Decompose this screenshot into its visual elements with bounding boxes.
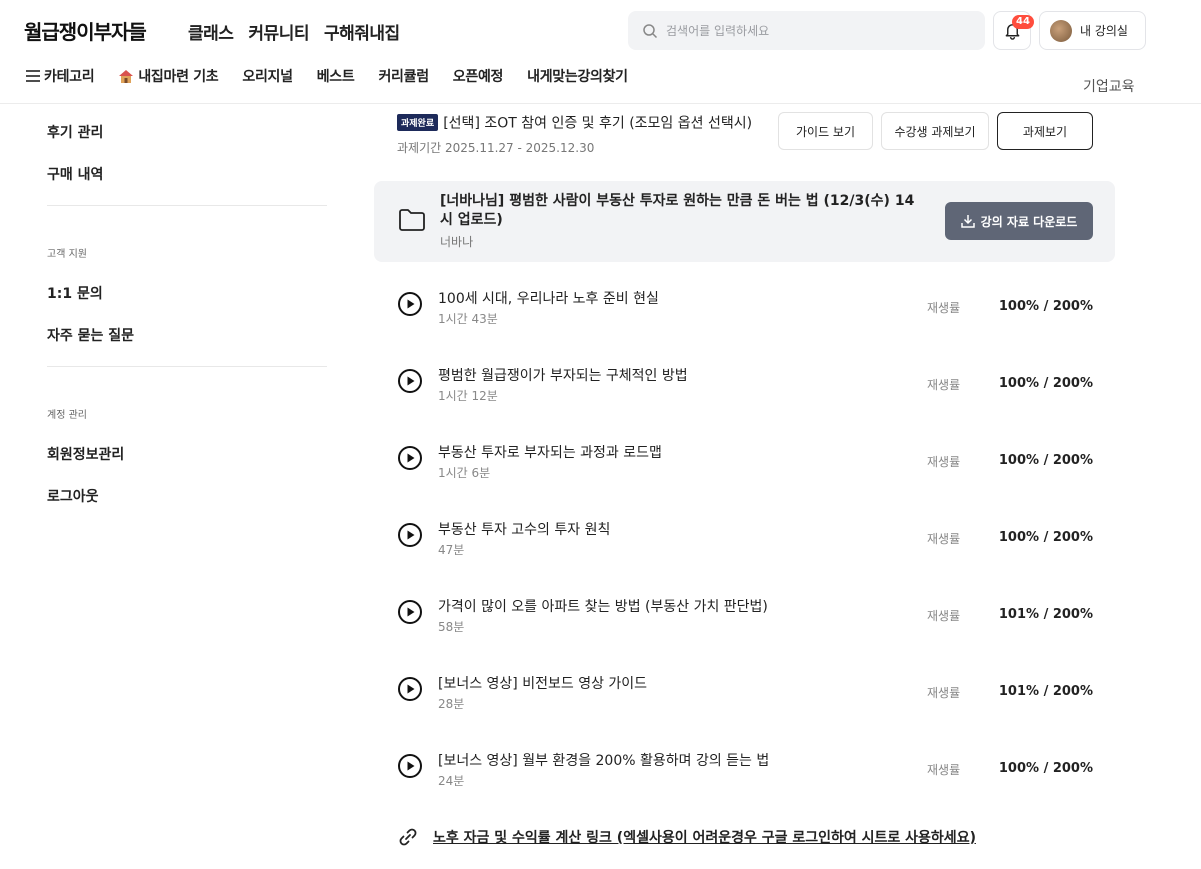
top-nav: 클래스 커뮤니티 구해줘내집 [188, 19, 400, 44]
playback-rate-value: 100% / 200% [998, 761, 1093, 776]
guide-button[interactable]: 가이드 보기 [778, 112, 873, 150]
folder-title: [너바나님] 평범한 사람이 부동산 투자로 원하는 만큼 돈 버는 법 (12… [440, 193, 915, 228]
playback-rate-label: 재생률 [927, 455, 961, 469]
nav-community[interactable]: 커뮤니티 [248, 19, 309, 44]
assignment-status-badge: 과제완료 [397, 114, 439, 131]
playback-rate-value: 100% / 200% [998, 299, 1093, 314]
lesson-duration: 1시간 43분 [438, 312, 498, 326]
sidebar-item-purchases[interactable]: 구매 내역 [47, 164, 103, 184]
sidebar-section-account: 계정 관리 [47, 410, 87, 421]
sub-nav: 카테고리 내집마련 기초 오리지널 베스트 커리큘럼 오픈예정 내게맞는강의찾기 [26, 66, 628, 86]
calculator-link-text[interactable]: 노후 자금 및 수익률 계산 링크 (엑셀사용이 어려운경우 구글 로그인하여 … [433, 827, 976, 847]
assignment-row: 과제완료 [선택] 조OT 참여 인증 및 후기 (조모임 옵션 선택시) 과제… [397, 112, 752, 156]
hamburger-icon [26, 70, 40, 82]
lesson-row[interactable]: 가격이 많이 오를 아파트 찾는 방법 (부동산 가치 판단법) 58분 재생률… [397, 596, 1097, 646]
play-icon[interactable] [397, 599, 423, 625]
lesson-title: 가격이 많이 오를 아파트 찾는 방법 (부동산 가치 판단법) [438, 599, 768, 615]
lesson-row[interactable]: 부동산 투자로 부자되는 과정과 로드맵 1시간 6분 재생률 100% / 2… [397, 442, 1097, 492]
my-class-button[interactable]: 내 강의실 [1039, 11, 1146, 50]
avatar [1050, 19, 1072, 42]
calculator-link[interactable]: 노후 자금 및 수익률 계산 링크 (엑셀사용이 어려운경우 구글 로그인하여 … [397, 826, 976, 848]
playback-rate-value: 100% / 200% [998, 530, 1093, 545]
play-icon[interactable] [397, 291, 423, 317]
lesson-title: [보너스 영상] 비전보드 영상 가이드 [438, 676, 648, 692]
sidebar-divider [47, 366, 327, 367]
student-assignments-button[interactable]: 수강생 과제보기 [881, 112, 989, 150]
lesson-row[interactable]: [보너스 영상] 비전보드 영상 가이드 28분 재생률 101% / 200% [397, 673, 1097, 723]
sidebar-item-inquiry[interactable]: 1:1 문의 [47, 283, 103, 303]
play-icon[interactable] [397, 368, 423, 394]
house-icon [119, 70, 134, 83]
subnav-category[interactable]: 카테고리 [26, 66, 95, 86]
view-assignment-button[interactable]: 과제보기 [997, 112, 1093, 150]
search-icon [643, 23, 658, 38]
download-icon [960, 215, 975, 228]
site-header: 월급쟁이부자들 클래스 커뮤니티 구해줘내집 44 내 강의실 카테고리 내집마… [0, 0, 1201, 104]
lesson-duration: 28분 [438, 697, 465, 711]
corporate-education-link[interactable]: 기업교육 [1083, 76, 1135, 96]
playback-rate-label: 재생률 [927, 532, 961, 546]
lesson-duration: 47분 [438, 543, 465, 557]
subnav-home-basics[interactable]: 내집마련 기초 [118, 66, 219, 86]
folder-author: 너바나 [440, 235, 474, 249]
lesson-duration: 58분 [438, 620, 465, 634]
sidebar-item-faq[interactable]: 자주 묻는 질문 [47, 325, 134, 345]
sidebar-item-reviews[interactable]: 후기 관리 [47, 122, 103, 142]
subnav-best[interactable]: 베스트 [317, 66, 355, 86]
folder-icon [399, 209, 425, 231]
logo[interactable]: 월급쟁이부자들 [24, 16, 147, 45]
lesson-title: 부동산 투자 고수의 투자 원칙 [438, 522, 611, 538]
lesson-row[interactable]: 부동산 투자 고수의 투자 원칙 47분 재생률 100% / 200% [397, 519, 1097, 569]
playback-rate-label: 재생률 [927, 378, 961, 392]
play-icon[interactable] [397, 522, 423, 548]
sidebar-divider [47, 205, 327, 206]
subnav-find-course[interactable]: 내게맞는강의찾기 [527, 66, 628, 86]
playback-rate-label: 재생률 [927, 686, 961, 700]
play-icon[interactable] [397, 676, 423, 702]
playback-rate-value: 101% / 200% [998, 684, 1093, 699]
lesson-row[interactable]: 평범한 월급쟁이가 부자되는 구체적인 방법 1시간 12분 재생률 100% … [397, 365, 1097, 415]
notification-badge: 44 [1012, 15, 1034, 29]
playback-rate-value: 100% / 200% [998, 376, 1093, 391]
lesson-duration: 1시간 6분 [438, 466, 491, 480]
download-materials-button[interactable]: 강의 자료 다운로드 [945, 202, 1093, 240]
sidebar-item-member-info[interactable]: 회원정보관리 [47, 444, 124, 464]
search-box[interactable] [628, 11, 985, 50]
playback-rate-value: 101% / 200% [998, 607, 1093, 622]
subnav-original[interactable]: 오리지널 [242, 66, 293, 86]
search-input[interactable] [666, 23, 966, 38]
play-icon[interactable] [397, 753, 423, 779]
sidebar-item-logout[interactable]: 로그아웃 [47, 486, 99, 506]
lesson-title: [보너스 영상] 월부 환경을 200% 활용하며 강의 듣는 법 [438, 753, 770, 769]
lesson-title: 100세 시대, 우리나라 노후 준비 현실 [438, 291, 659, 307]
assignment-period: 과제기간 2025.11.27 - 2025.12.30 [397, 140, 595, 155]
playback-rate-label: 재생률 [927, 301, 961, 315]
lesson-duration: 1시간 12분 [438, 389, 498, 403]
notification-button[interactable]: 44 [993, 11, 1034, 50]
playback-rate-label: 재생률 [927, 609, 961, 623]
play-icon[interactable] [397, 445, 423, 471]
lecture-folder: [너바나님] 평범한 사람이 부동산 투자로 원하는 만큼 돈 버는 법 (12… [374, 181, 1115, 262]
lesson-duration: 24분 [438, 774, 465, 788]
subnav-curriculum[interactable]: 커리큘럼 [378, 66, 429, 86]
lesson-title: 부동산 투자로 부자되는 과정과 로드맵 [438, 445, 662, 461]
subnav-upcoming[interactable]: 오픈예정 [453, 66, 504, 86]
link-icon [399, 828, 417, 846]
lesson-row[interactable]: 100세 시대, 우리나라 노후 준비 현실 1시간 43분 재생률 100% … [397, 288, 1097, 338]
my-class-label: 내 강의실 [1080, 24, 1128, 38]
assignment-title: [선택] 조OT 참여 인증 및 후기 (조모임 옵션 선택시) [443, 115, 753, 132]
playback-rate-label: 재생률 [927, 763, 961, 777]
lesson-row[interactable]: [보너스 영상] 월부 환경을 200% 활용하며 강의 듣는 법 24분 재생… [397, 750, 1097, 800]
lesson-title: 평범한 월급쟁이가 부자되는 구체적인 방법 [438, 368, 688, 384]
sidebar-section-support: 고객 지원 [47, 249, 87, 260]
nav-class[interactable]: 클래스 [188, 19, 234, 44]
playback-rate-value: 100% / 200% [998, 453, 1093, 468]
nav-find-home[interactable]: 구해줘내집 [324, 19, 400, 44]
